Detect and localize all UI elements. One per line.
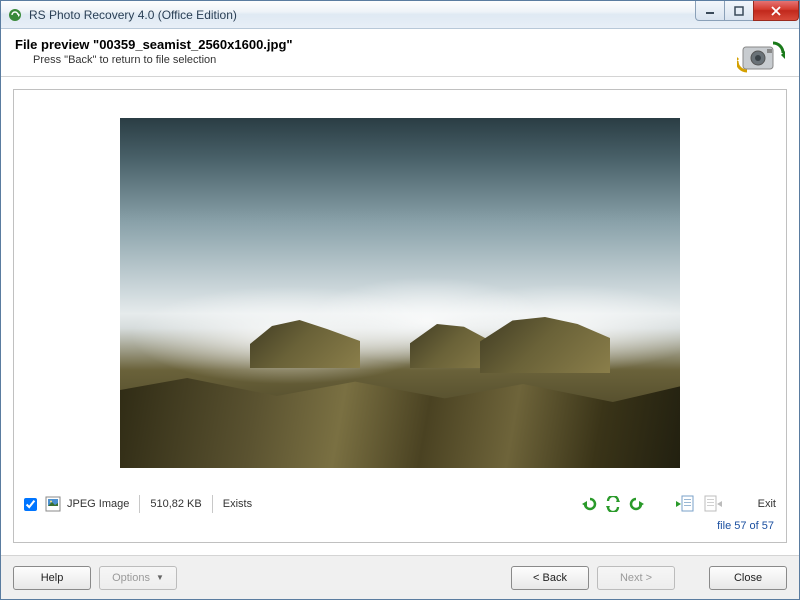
maximize-button[interactable] bbox=[724, 1, 754, 21]
preview-panel: JPEG Image 510,82 KB Exists bbox=[13, 89, 787, 543]
wizard-footer: Help Options ▼ < Back Next > Close bbox=[1, 555, 799, 599]
chevron-down-icon: ▼ bbox=[156, 573, 164, 582]
page-nav-icons bbox=[674, 494, 724, 514]
window-titlebar: RS Photo Recovery 4.0 (Office Edition) bbox=[1, 1, 799, 29]
refresh-icon[interactable] bbox=[604, 496, 622, 512]
minimize-button[interactable] bbox=[695, 1, 725, 21]
rotate-left-icon[interactable] bbox=[580, 496, 598, 512]
file-size-label: 510,82 KB bbox=[150, 498, 201, 510]
file-info-bar: JPEG Image 510,82 KB Exists bbox=[24, 486, 776, 514]
app-icon bbox=[7, 7, 23, 23]
rotate-right-icon[interactable] bbox=[628, 496, 646, 512]
options-label: Options bbox=[112, 572, 150, 584]
page-header: File preview "00359_seamist_2560x1600.jp… bbox=[1, 29, 799, 77]
file-status-label: Exists bbox=[223, 498, 252, 510]
window-close-button[interactable] bbox=[753, 1, 799, 21]
help-button[interactable]: Help bbox=[13, 566, 91, 590]
close-button[interactable]: Close bbox=[709, 566, 787, 590]
prev-file-icon[interactable] bbox=[674, 494, 696, 514]
recovery-icon bbox=[737, 35, 785, 79]
window-controls bbox=[696, 1, 799, 21]
rotate-tools bbox=[580, 496, 646, 512]
back-button[interactable]: < Back bbox=[511, 566, 589, 590]
exit-link[interactable]: Exit bbox=[758, 498, 776, 510]
window-title: RS Photo Recovery 4.0 (Office Edition) bbox=[29, 8, 237, 22]
content-area: JPEG Image 510,82 KB Exists bbox=[1, 77, 799, 555]
image-viewport bbox=[24, 100, 776, 486]
preview-image bbox=[120, 118, 680, 468]
options-button[interactable]: Options ▼ bbox=[99, 566, 177, 590]
jpeg-file-icon bbox=[45, 496, 61, 512]
file-counter: file 57 of 57 bbox=[24, 514, 776, 532]
file-select-checkbox[interactable] bbox=[24, 498, 37, 511]
file-type-label: JPEG Image bbox=[67, 498, 129, 510]
page-title: File preview "00359_seamist_2560x1600.jp… bbox=[15, 37, 785, 52]
next-file-icon[interactable] bbox=[702, 494, 724, 514]
next-button[interactable]: Next > bbox=[597, 566, 675, 590]
page-subtitle: Press "Back" to return to file selection bbox=[33, 54, 785, 66]
